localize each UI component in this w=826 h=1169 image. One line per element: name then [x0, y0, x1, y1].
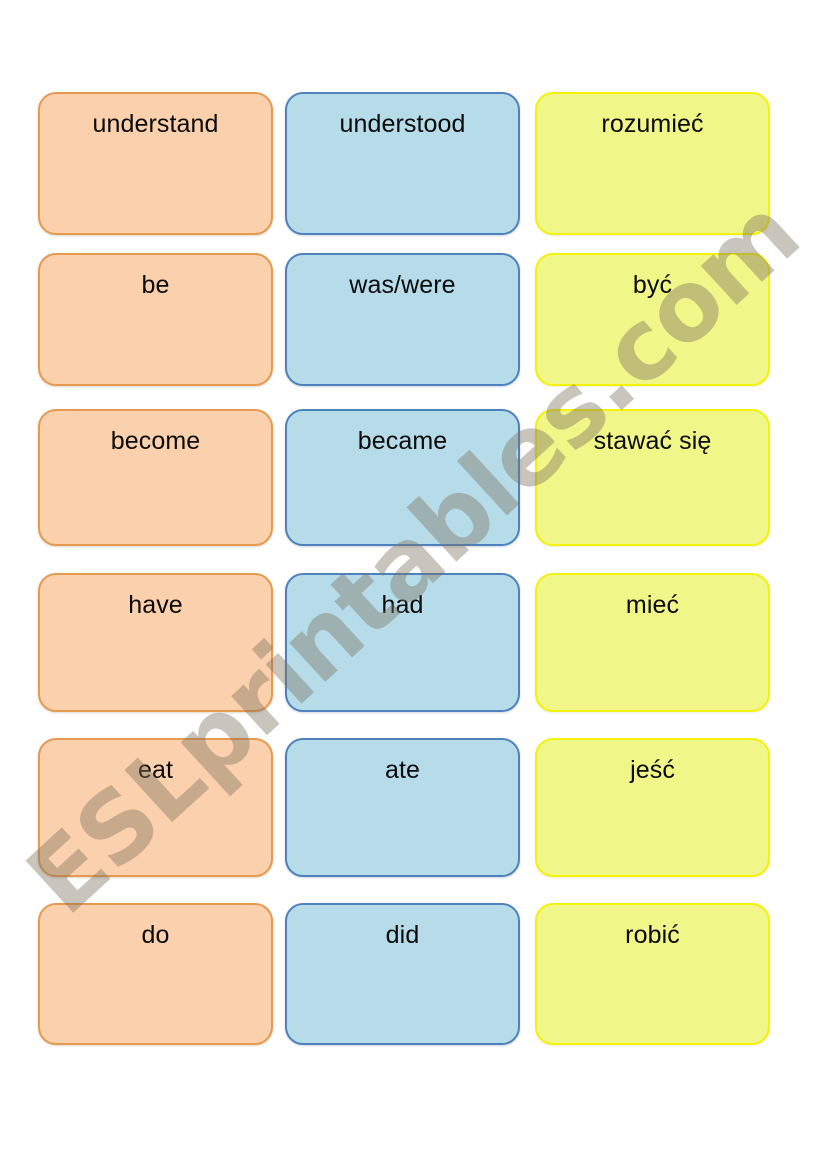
flashcard-infinitive-2[interactable]: be — [38, 253, 273, 386]
flashcard-label: became — [357, 427, 448, 455]
flashcard-label: have — [128, 591, 183, 619]
flashcard-past-5[interactable]: ate — [285, 738, 520, 877]
flashcard-label: jeść — [630, 756, 675, 784]
flashcard-grid: understand understood rozumieć be was/we… — [0, 0, 826, 1169]
flashcard-translation-1[interactable]: rozumieć — [535, 92, 770, 235]
flashcard-past-2[interactable]: was/were — [285, 253, 520, 386]
flashcard-translation-4[interactable]: mieć — [535, 573, 770, 712]
flashcard-label: did — [385, 921, 420, 949]
flashcard-label: rozumieć — [601, 110, 704, 138]
flashcard-past-3[interactable]: became — [285, 409, 520, 546]
flashcard-translation-6[interactable]: robić — [535, 903, 770, 1045]
flashcard-label: być — [632, 271, 673, 299]
flashcard-infinitive-3[interactable]: become — [38, 409, 273, 546]
flashcard-translation-5[interactable]: jeść — [535, 738, 770, 877]
flashcard-label: was/were — [349, 271, 456, 299]
flashcard-label: understand — [92, 110, 219, 138]
flashcard-label: eat — [137, 756, 174, 784]
flashcard-infinitive-1[interactable]: understand — [38, 92, 273, 235]
flashcard-label: mieć — [625, 591, 680, 619]
flashcard-past-6[interactable]: did — [285, 903, 520, 1045]
flashcard-label: be — [141, 271, 170, 299]
flashcard-label: robić — [625, 921, 680, 949]
flashcard-label: become — [110, 427, 201, 455]
flashcard-translation-2[interactable]: być — [535, 253, 770, 386]
flashcard-label: stawać się — [593, 427, 712, 455]
flashcard-past-1[interactable]: understood — [285, 92, 520, 235]
flashcard-infinitive-6[interactable]: do — [38, 903, 273, 1045]
flashcard-label: ate — [384, 756, 421, 784]
flashcard-translation-3[interactable]: stawać się — [535, 409, 770, 546]
flashcard-label: do — [141, 921, 170, 949]
flashcard-past-4[interactable]: had — [285, 573, 520, 712]
flashcard-label: understood — [339, 110, 466, 138]
flashcard-infinitive-4[interactable]: have — [38, 573, 273, 712]
flashcard-infinitive-5[interactable]: eat — [38, 738, 273, 877]
worksheet-page: understand understood rozumieć be was/we… — [0, 0, 826, 1169]
flashcard-label: had — [381, 591, 424, 619]
